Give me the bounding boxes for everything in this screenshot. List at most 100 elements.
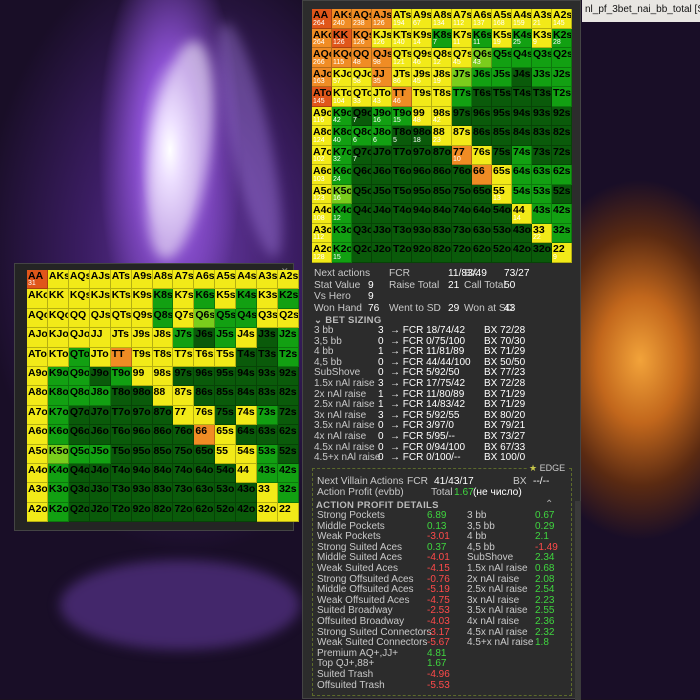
hand-cell[interactable]: 65s <box>492 165 512 185</box>
hand-cell[interactable]: 84o <box>432 204 452 224</box>
hand-cell[interactable]: Q4o <box>68 463 90 484</box>
hand-cell[interactable]: 53s <box>532 184 552 204</box>
hand-cell[interactable]: K5o <box>47 444 69 464</box>
hand-cell[interactable]: Q6s 43 <box>472 48 492 68</box>
hand-cell[interactable]: Q7o 7 <box>352 145 372 165</box>
hand-cell[interactable]: T9s <box>131 347 153 367</box>
hand-cell[interactable]: 52s <box>552 184 572 204</box>
hand-cell[interactable]: A4s <box>236 270 258 290</box>
hand-cell[interactable]: 65o <box>472 184 492 204</box>
hand-cell[interactable]: KQo115 <box>332 48 352 68</box>
hand-cell[interactable]: 86o <box>152 425 174 445</box>
hand-cell[interactable]: 95o <box>131 444 153 464</box>
hand-cell[interactable]: T7o <box>392 145 412 165</box>
hand-cell[interactable]: 74o <box>452 204 472 224</box>
hand-cell[interactable]: J6s <box>472 67 492 87</box>
hand-cell[interactable]: 76s <box>194 405 216 426</box>
hand-cell[interactable]: 54o <box>215 463 237 484</box>
hand-cell[interactable]: J9s <box>131 328 153 348</box>
hand-cell[interactable]: A6o 103 <box>312 165 332 185</box>
hand-cell[interactable]: A9o <box>27 366 48 387</box>
hand-cell[interactable]: K2o <box>47 502 69 523</box>
hand-cell[interactable]: 74s <box>236 405 258 426</box>
hand-cell[interactable]: JTs <box>110 328 132 348</box>
hand-cell[interactable]: AJs 126 <box>372 9 392 29</box>
hand-cell[interactable]: T2s <box>552 87 572 107</box>
hand-cell[interactable]: ATo 145 <box>312 87 332 107</box>
hand-cell[interactable]: AJo 163 <box>312 67 332 87</box>
hand-cell[interactable]: J4o <box>89 463 111 484</box>
chevron-up-icon[interactable]: ⌃ <box>545 499 553 510</box>
hand-cell[interactable]: J4s <box>512 67 532 87</box>
hand-cell[interactable]: J6o <box>89 425 111 445</box>
hand-cell[interactable]: 43o <box>512 223 532 243</box>
hand-cell[interactable]: AQs <box>68 270 90 290</box>
hand-cell[interactable]: 94o <box>412 204 432 224</box>
hand-cell[interactable]: 75s <box>215 405 237 426</box>
hand-cell[interactable]: K6o 24 <box>332 165 352 185</box>
hand-cell[interactable]: Q2s <box>552 48 572 68</box>
hand-cell[interactable]: AKs <box>47 270 69 290</box>
hand-cell[interactable]: KTo <box>47 347 69 367</box>
hand-cell[interactable]: J7s <box>452 67 472 87</box>
hand-cell[interactable]: KQs <box>68 289 90 309</box>
hand-cell[interactable]: A8o <box>27 386 48 406</box>
hand-cell[interactable]: Q9o <box>68 366 90 387</box>
hand-cell[interactable]: J3s <box>257 328 279 348</box>
hand-cell[interactable]: Q8s <box>152 308 174 329</box>
hand-cell[interactable]: KTo 104 <box>332 87 352 107</box>
hand-cell[interactable]: T3o <box>110 483 132 503</box>
hand-cell[interactable]: AKo264 <box>312 28 332 48</box>
hand-cell[interactable]: KK <box>47 289 69 309</box>
hand-cell[interactable]: 43s <box>257 463 279 484</box>
hand-cell[interactable]: 73s <box>532 145 552 165</box>
hand-cell[interactable]: K7s <box>173 289 195 309</box>
hand-cell[interactable]: AQo <box>27 308 48 329</box>
hand-cell[interactable]: J9o <box>89 366 111 387</box>
hand-cell[interactable]: K9s 14 <box>412 28 432 48</box>
hand-cell[interactable]: KJo <box>47 328 69 348</box>
window-title[interactable]: nl_pf_3bet_nai_bb_total [SpinCo <box>582 0 700 22</box>
hand-cell[interactable]: TT 46 <box>392 87 412 107</box>
hand-cell[interactable]: 93s <box>257 366 279 387</box>
hand-cell[interactable]: 54s <box>236 444 258 464</box>
hand-cell[interactable]: A3o <box>27 483 48 503</box>
hand-cell[interactable]: 63o <box>472 223 492 243</box>
hand-cell[interactable]: A3s 21 <box>532 9 552 29</box>
hand-cell[interactable]: A2o <box>27 502 48 523</box>
hand-cell[interactable]: 97s <box>452 106 472 126</box>
hand-cell[interactable]: 76s <box>472 145 492 165</box>
hand-cell[interactable]: 99 <box>131 366 153 387</box>
hand-cell[interactable]: J7o <box>89 405 111 426</box>
hand-cell[interactable]: 97s <box>173 366 195 387</box>
hand-cell[interactable]: A9o 116 <box>312 106 332 126</box>
hand-cell[interactable]: 97o <box>412 145 432 165</box>
hand-cell[interactable]: 88 23 <box>432 126 452 146</box>
hand-cell[interactable]: Q5s <box>492 48 512 68</box>
hand-cell[interactable]: 95s <box>492 106 512 126</box>
hand-cell[interactable]: Q3s <box>532 48 552 68</box>
hand-cell[interactable]: J7o <box>372 145 392 165</box>
hand-cell[interactable]: J5o <box>89 444 111 464</box>
hand-cell[interactable]: 94s <box>236 366 258 387</box>
hand-cell[interactable]: A8s <box>152 270 174 290</box>
hand-cell[interactable]: 52s <box>278 444 299 464</box>
hand-cell[interactable]: Q8s 12 <box>432 48 452 68</box>
hand-cell[interactable]: K9s <box>131 289 153 309</box>
hand-cell[interactable]: QJo <box>68 328 90 348</box>
hand-cell[interactable]: 53o <box>215 483 237 503</box>
hand-cell[interactable]: Q9s 46 <box>412 48 432 68</box>
hand-cell[interactable]: T9o 15 <box>392 106 412 126</box>
hand-cell[interactable]: K3o <box>47 483 69 503</box>
hand-cell[interactable]: T2o <box>110 502 132 523</box>
hand-cell[interactable]: 96s <box>472 106 492 126</box>
hand-cell[interactable]: Q2o <box>352 243 372 263</box>
hand-cell[interactable]: KTs <box>110 289 132 309</box>
hand-cell[interactable]: 64s <box>236 425 258 445</box>
hand-cell[interactable]: QQ 48 <box>352 48 372 68</box>
hand-cell[interactable]: 93o <box>131 483 153 503</box>
hand-cell[interactable]: T8s <box>152 347 174 367</box>
hand-cell[interactable]: A7o <box>27 405 48 426</box>
hand-cell[interactable]: A7s <box>173 270 195 290</box>
hand-cell[interactable]: 44 14 <box>512 204 532 224</box>
